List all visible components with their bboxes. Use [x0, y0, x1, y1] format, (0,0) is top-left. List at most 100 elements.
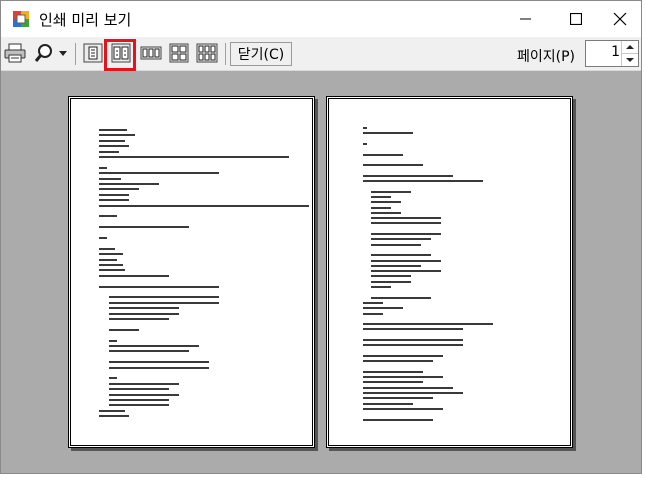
title-bar[interactable]: 인쇄 미리 보기 — [1, 1, 641, 37]
preview-text-line — [363, 164, 423, 167]
preview-text-line — [363, 344, 463, 347]
preview-text-line — [363, 328, 463, 331]
preview-text-line — [109, 318, 169, 320]
preview-text-line — [371, 195, 391, 198]
preview-text-line — [99, 258, 117, 261]
magnifier-icon — [34, 44, 52, 62]
preview-text-line — [109, 307, 179, 310]
preview-text-line — [109, 404, 169, 407]
spinner-up-button[interactable] — [622, 41, 638, 54]
three-pages-button[interactable] — [139, 41, 163, 65]
preview-text-line — [99, 285, 219, 288]
preview-text-line — [99, 247, 115, 250]
preview-text-line — [363, 142, 367, 145]
print-preview-app-icon — [13, 11, 29, 27]
minimize-icon — [520, 18, 531, 20]
preview-text-line — [363, 397, 433, 400]
preview-text-line — [109, 350, 189, 353]
preview-text-line — [99, 129, 127, 131]
one-page-button[interactable] — [81, 41, 105, 65]
preview-text-line — [99, 253, 123, 256]
preview-text-line — [109, 361, 209, 364]
preview-text-line — [371, 254, 431, 257]
one-page-icon — [83, 43, 103, 63]
preview-text-line — [99, 409, 125, 412]
preview-text-line — [363, 312, 383, 315]
preview-text-line — [99, 226, 189, 229]
preview-text-line — [109, 393, 179, 396]
preview-text-line — [99, 166, 107, 169]
preview-text-line — [363, 180, 483, 182]
minimize-button[interactable] — [503, 1, 549, 37]
preview-text-line — [99, 204, 309, 207]
preview-text-line — [109, 296, 219, 299]
preview-text-line — [371, 206, 391, 209]
preview-text-line — [109, 301, 219, 304]
close-icon — [613, 12, 627, 26]
arrow-up-icon — [626, 45, 634, 49]
print-button[interactable] — [3, 41, 27, 65]
preview-text-line — [363, 307, 403, 310]
preview-text-line — [99, 274, 169, 277]
preview-text-line — [109, 328, 139, 331]
three-pages-icon — [140, 46, 162, 60]
preview-text-line — [363, 407, 443, 410]
preview-text-line — [363, 174, 453, 177]
preview-text-line — [363, 153, 403, 156]
four-pages-icon — [169, 43, 189, 63]
preview-toolbar: 닫기(C) 페이지(P) 1 — [1, 37, 641, 71]
window-close-button[interactable] — [597, 1, 641, 37]
preview-text-line — [371, 275, 411, 278]
page-number-value[interactable]: 1 — [611, 44, 620, 60]
preview-text-line — [363, 392, 463, 394]
spinner-down-button[interactable] — [622, 54, 638, 66]
preview-text-line — [371, 233, 441, 235]
preview-text-line — [99, 145, 129, 148]
page-number-spinner[interactable]: 1 — [585, 40, 639, 67]
printer-icon — [4, 43, 26, 63]
preview-text-line — [371, 217, 441, 220]
preview-text-line — [371, 190, 411, 193]
preview-text-line — [109, 399, 169, 401]
preview-text-line — [363, 418, 433, 421]
zoom-button[interactable] — [31, 41, 71, 65]
preview-text-line — [109, 345, 199, 347]
preview-text-line — [371, 286, 391, 288]
window-title: 인쇄 미리 보기 — [39, 11, 132, 29]
preview-text-line — [99, 215, 117, 218]
chevron-down-icon — [59, 51, 67, 56]
preview-text-line — [99, 172, 219, 175]
preview-text-line — [363, 381, 423, 384]
page-label: 페이지(P) — [517, 49, 576, 65]
preview-text-line — [99, 150, 119, 153]
close-preview-button[interactable]: 닫기(C) — [230, 42, 292, 66]
preview-text-line — [99, 199, 129, 202]
six-pages-button[interactable] — [195, 41, 219, 65]
preview-text-line — [109, 366, 209, 369]
toolbar-separator — [75, 43, 76, 65]
preview-text-line — [99, 139, 125, 142]
preview-text-line — [363, 132, 413, 135]
preview-text-line — [99, 264, 123, 266]
preview-text-line — [371, 270, 441, 273]
preview-text-line — [99, 193, 129, 196]
preview-page-2 — [326, 96, 573, 448]
preview-text-line — [371, 259, 441, 262]
toolbar-separator — [225, 43, 226, 65]
preview-text-line — [363, 323, 493, 326]
preview-text-line — [363, 402, 413, 405]
spinner-buttons — [621, 41, 638, 66]
preview-text-line — [363, 386, 453, 389]
preview-text-line — [363, 339, 463, 341]
preview-text-line — [99, 156, 289, 158]
preview-text-line — [363, 360, 433, 363]
preview-area[interactable] — [1, 71, 641, 473]
preview-text-line — [109, 377, 117, 380]
four-pages-button[interactable] — [167, 41, 191, 65]
arrow-down-icon — [626, 58, 634, 62]
preview-text-line — [371, 296, 431, 299]
six-pages-icon — [196, 43, 218, 63]
preview-text-line — [99, 188, 139, 191]
maximize-icon — [570, 13, 582, 25]
maximize-button[interactable] — [553, 1, 599, 37]
